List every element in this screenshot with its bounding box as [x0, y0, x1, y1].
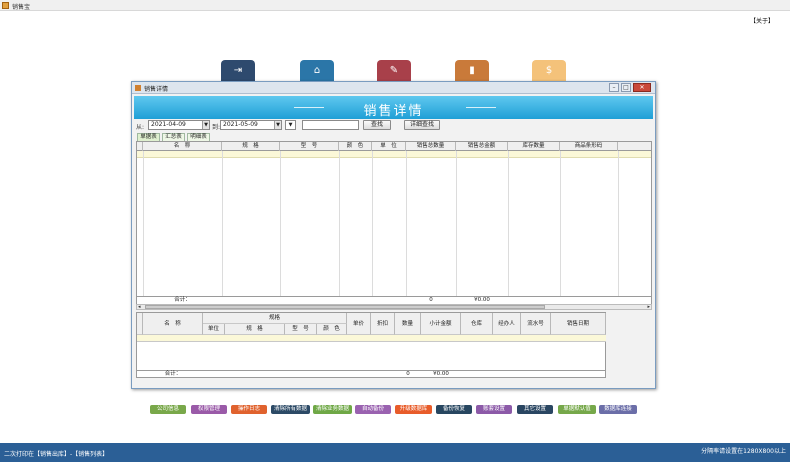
about-link[interactable]: 【关于】: [750, 16, 774, 25]
col-subtotal[interactable]: 小计金额: [421, 313, 461, 335]
horizontal-scrollbar[interactable]: ◂ ▸: [136, 304, 652, 310]
from-date-value: 2021-04-09: [151, 121, 186, 128]
money-icon[interactable]: $: [532, 60, 566, 82]
col-spec[interactable]: 规 格: [222, 142, 280, 151]
search-input[interactable]: [302, 120, 359, 130]
tab-summary[interactable]: 汇总表: [162, 133, 185, 141]
col-unit[interactable]: 单位: [203, 324, 225, 335]
sum-label: 合计：: [174, 297, 191, 303]
col-qty[interactable]: 数量: [395, 313, 421, 335]
sum-label: 合计：: [164, 371, 182, 377]
window-title: 销售详情: [144, 86, 169, 93]
col-serial[interactable]: 流水号: [521, 313, 551, 335]
col-name[interactable]: 名 称: [143, 313, 203, 335]
selected-row[interactable]: [137, 151, 651, 158]
app-logo-icon: [2, 2, 9, 9]
detail-grid-header: 名 称 规格 单位 规 格 型 号 颜 色 单价 折扣 数量 小计金额 仓库 经…: [137, 313, 606, 335]
col-model[interactable]: 型 号: [280, 142, 339, 151]
col-total-amount[interactable]: 销售总金额: [456, 142, 508, 151]
sales-detail-window: 销售详情 – □ ✕ 销售详情 从: 2021-04-09 ▼ 到: 2021-…: [131, 81, 656, 389]
status-hint: 二次打印在【销售出库】-【销售列表】: [4, 451, 109, 458]
from-label: 从:: [136, 124, 145, 131]
app-titlebar: 销售宝: [0, 0, 790, 11]
search-button[interactable]: 查找: [363, 120, 391, 130]
banner: 销售详情: [134, 96, 653, 119]
backup-restore-button[interactable]: 备份恢复: [436, 405, 472, 414]
col-sale-date[interactable]: 销售日期: [551, 313, 606, 335]
sum-amount: ¥0.00: [433, 371, 449, 377]
to-label: 到:: [212, 124, 221, 131]
clear-all-data-button[interactable]: 清除所有数据: [271, 405, 310, 414]
maximize-icon[interactable]: □: [621, 83, 631, 92]
permission-button[interactable]: 权限管理: [191, 405, 227, 414]
col-discount[interactable]: 折扣: [371, 313, 395, 335]
col-warehouse[interactable]: 仓库: [461, 313, 493, 335]
auto-backup-button[interactable]: 自动备份: [355, 405, 391, 414]
from-date-picker[interactable]: 2021-04-09 ▼: [148, 120, 210, 130]
to-date-value: 2021-05-09: [223, 121, 258, 128]
sum-amount: ¥0.00: [474, 297, 490, 303]
tab-details[interactable]: 明细表: [187, 133, 210, 141]
close-icon[interactable]: ✕: [633, 83, 651, 92]
col-spec-group: 规格: [203, 313, 347, 324]
clear-business-data-button[interactable]: 清除业务数据: [313, 405, 352, 414]
summary-grid-header: 名 称 规 格 型 号 颜 色 单 位 销售总数量 销售总金额 库存数量 商品条…: [137, 142, 651, 151]
col-handler[interactable]: 经办人: [493, 313, 521, 335]
sum-qty: 0: [429, 297, 433, 303]
col-total-qty[interactable]: 销售总数量: [406, 142, 456, 151]
col-color[interactable]: 颜 色: [317, 324, 347, 335]
company-info-button[interactable]: 公司信息: [150, 405, 186, 414]
detail-grid[interactable]: 名 称 规格 单位 规 格 型 号 颜 色 单价 折扣 数量 小计金额 仓库 经…: [136, 312, 606, 378]
scroll-left-icon[interactable]: ◂: [138, 304, 141, 310]
scroll-right-icon[interactable]: ▸: [647, 304, 650, 310]
col-stock-qty[interactable]: 库存数量: [508, 142, 560, 151]
filter-bar: 从: 2021-04-09 ▼ 到: 2021-05-09 ▼ ▼ 查找 详细查…: [134, 120, 653, 132]
summary-grid[interactable]: 名 称 规 格 型 号 颜 色 单 位 销售总数量 销售总金额 库存数量 商品条…: [136, 141, 652, 304]
window-app-icon: [135, 85, 141, 91]
col-color[interactable]: 颜 色: [339, 142, 372, 151]
filter-type-dropdown[interactable]: ▼: [285, 120, 296, 130]
chevron-down-icon[interactable]: ▼: [202, 121, 209, 129]
db-connection-button[interactable]: 数据库连接: [599, 405, 637, 414]
col-name[interactable]: 名 称: [143, 142, 222, 151]
doc-defaults-button[interactable]: 单据默认值: [558, 405, 596, 414]
scroll-thumb[interactable]: [145, 305, 545, 309]
sum-qty: 0: [406, 371, 410, 377]
warehouse-icon[interactable]: ⌂: [300, 60, 334, 82]
upgrade-database-button[interactable]: 升级数据库: [395, 405, 432, 414]
chart-icon[interactable]: ▮: [455, 60, 489, 82]
col-model[interactable]: 型 号: [285, 324, 317, 335]
status-bar: 二次打印在【销售出库】-【销售列表】 分隔率请设置在1280X800以上: [0, 443, 790, 462]
col-unit[interactable]: 单 位: [372, 142, 406, 151]
summary-total-row: 合计： 0 ¥0.00: [137, 296, 651, 304]
app-title: 销售宝: [12, 4, 31, 11]
edit-icon[interactable]: ✎: [377, 60, 411, 82]
minimize-icon[interactable]: –: [609, 83, 619, 92]
col-spec[interactable]: 规 格: [225, 324, 285, 335]
col-price[interactable]: 单价: [347, 313, 371, 335]
tab-documents[interactable]: 单据表: [137, 133, 160, 141]
detail-search-button[interactable]: 详细查找: [404, 120, 440, 130]
chevron-down-icon[interactable]: ▼: [286, 121, 295, 129]
other-settings-button[interactable]: 其它设置: [517, 405, 553, 414]
chevron-down-icon[interactable]: ▼: [274, 121, 281, 129]
selected-row[interactable]: [137, 335, 606, 342]
status-resolution: 分隔率请设置在1280X800以上: [701, 448, 786, 455]
operation-log-button[interactable]: 操作日志: [231, 405, 267, 414]
exit-icon[interactable]: ⇥: [221, 60, 255, 82]
banner-title: 销售详情: [363, 104, 424, 119]
window-titlebar: 销售详情 – □ ✕: [132, 82, 655, 94]
to-date-picker[interactable]: 2021-05-09 ▼: [220, 120, 282, 130]
detail-total-row: 合计： 0 ¥0.00: [137, 370, 605, 378]
col-barcode[interactable]: 商品条形码: [560, 142, 618, 151]
account-settings-button[interactable]: 账套设置: [476, 405, 512, 414]
